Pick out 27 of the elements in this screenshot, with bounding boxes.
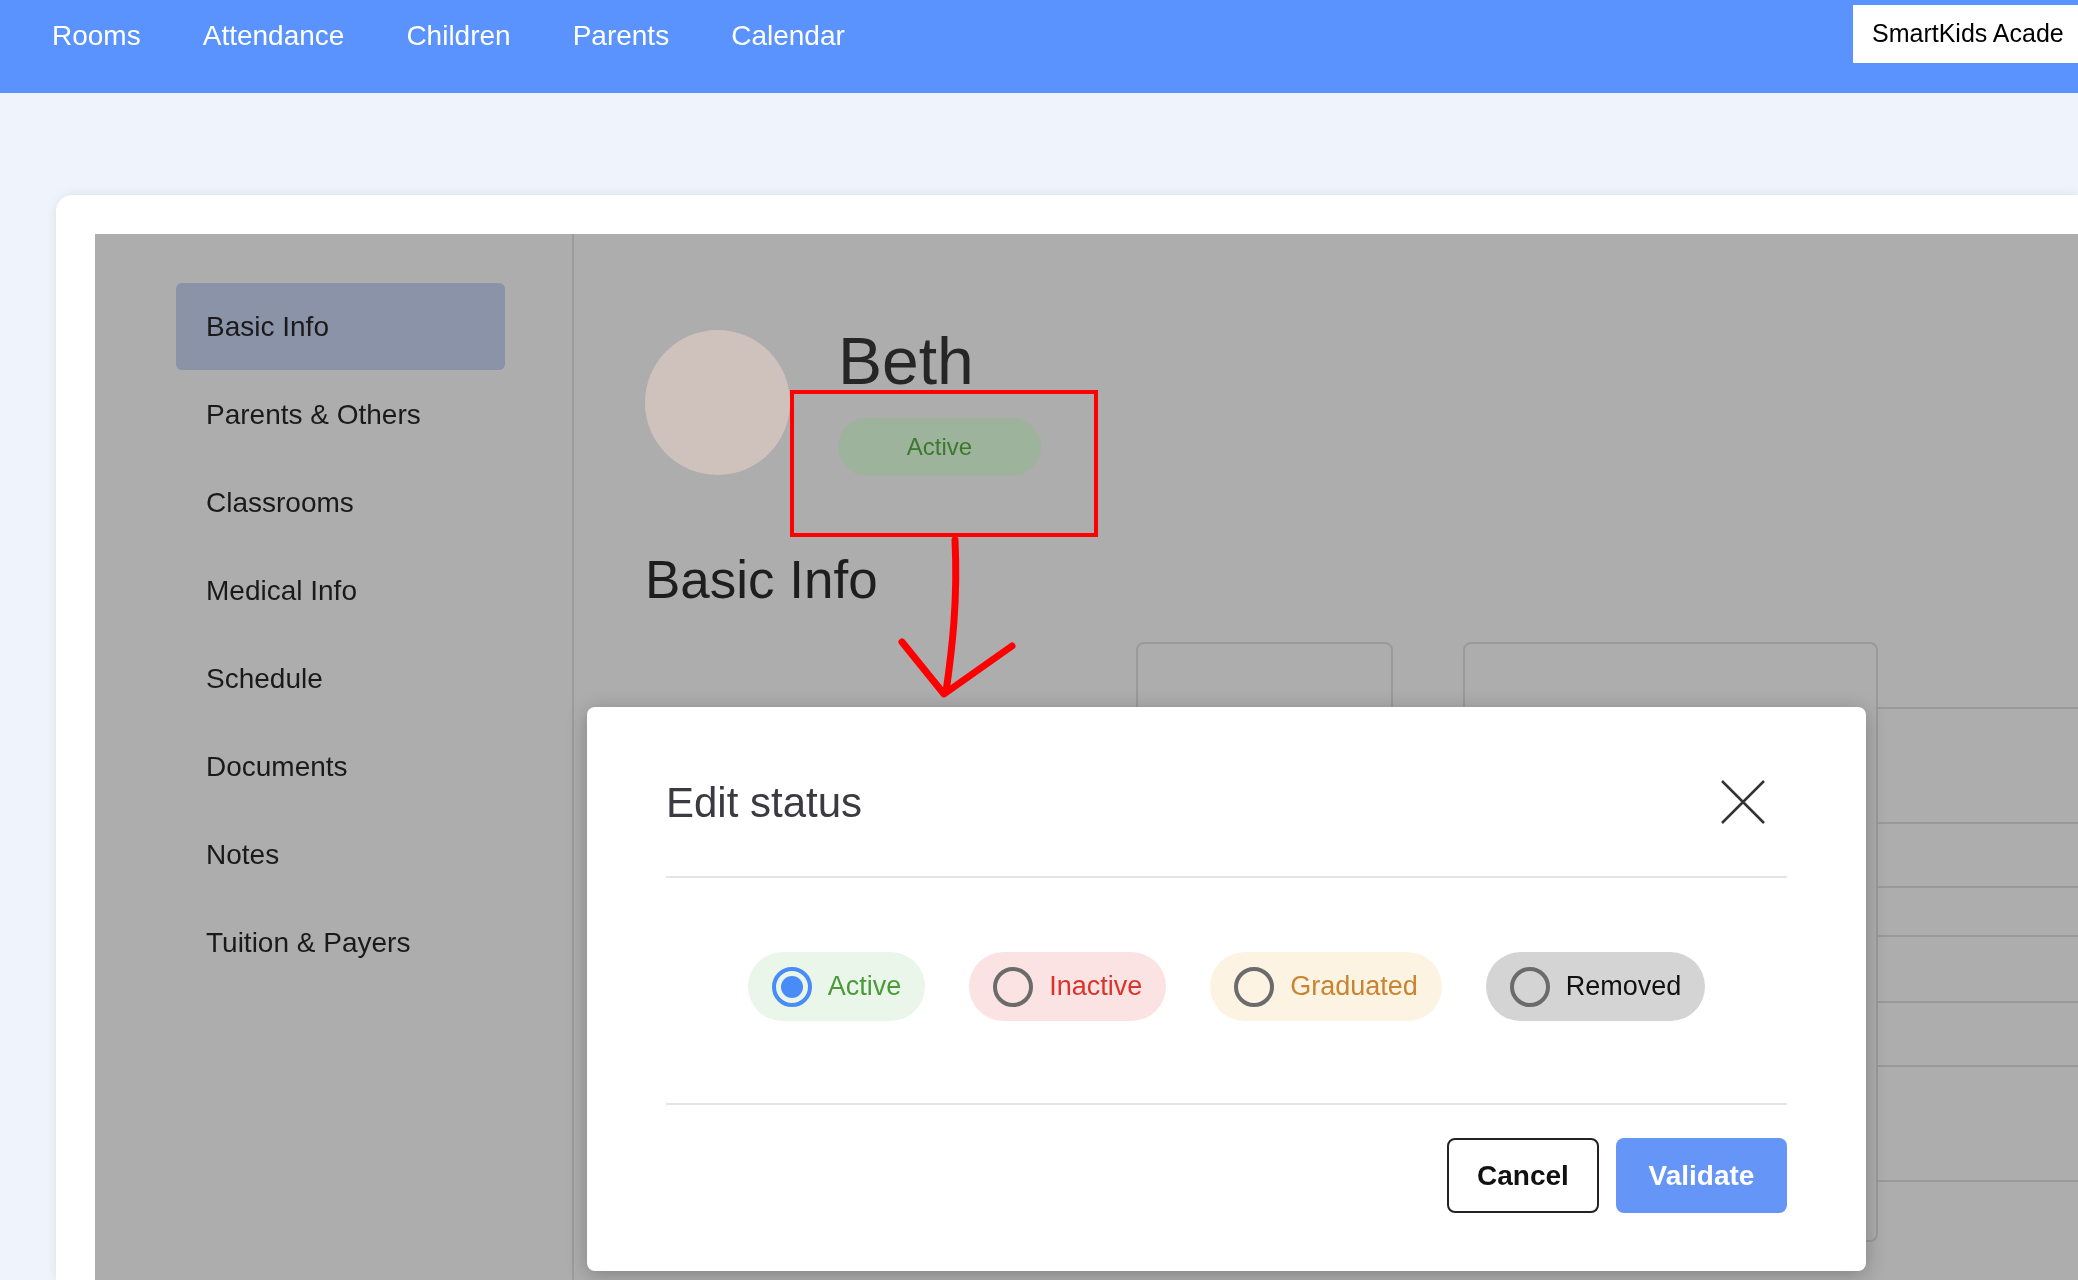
radio-button[interactable] (771, 966, 812, 1007)
cancel-button[interactable]: Cancel (1447, 1138, 1599, 1213)
nav-link[interactable]: Attendance (202, 15, 345, 57)
validate-button[interactable]: Validate (1616, 1138, 1787, 1213)
dialog-title: Edit status (666, 777, 863, 828)
sidebar-item[interactable]: Documents (176, 723, 505, 810)
nav-link[interactable]: Parents (572, 15, 670, 57)
radio-button[interactable] (1234, 966, 1275, 1007)
sidebar-item[interactable]: Tuition & Payers (176, 899, 505, 986)
radio-button[interactable] (1509, 966, 1550, 1007)
sidebar-item[interactable]: Medical Info (176, 547, 505, 634)
nav-link[interactable]: Calendar (731, 15, 845, 57)
section-title: Basic Info (645, 549, 879, 611)
status-radio-option[interactable]: Inactive (969, 952, 1167, 1021)
child-name: Beth (838, 323, 974, 400)
sidebar-item[interactable]: Parents & Others (176, 371, 505, 458)
sidebar-item[interactable]: Notes (176, 811, 505, 898)
sidebar-item[interactable]: Classrooms (176, 459, 505, 546)
nav-link[interactable]: Rooms (52, 15, 141, 57)
sidebar-item[interactable]: Schedule (176, 635, 505, 722)
status-radio-option[interactable]: Active (747, 952, 926, 1021)
sidebar-item[interactable]: Basic Info (176, 283, 505, 370)
close-icon[interactable] (1720, 779, 1766, 825)
school-selector[interactable]: SmartKids Acade (1853, 5, 2078, 63)
radio-button[interactable] (993, 966, 1034, 1007)
nav-link[interactable]: Children (406, 15, 511, 57)
status-radio-option[interactable]: Removed (1485, 952, 1706, 1021)
